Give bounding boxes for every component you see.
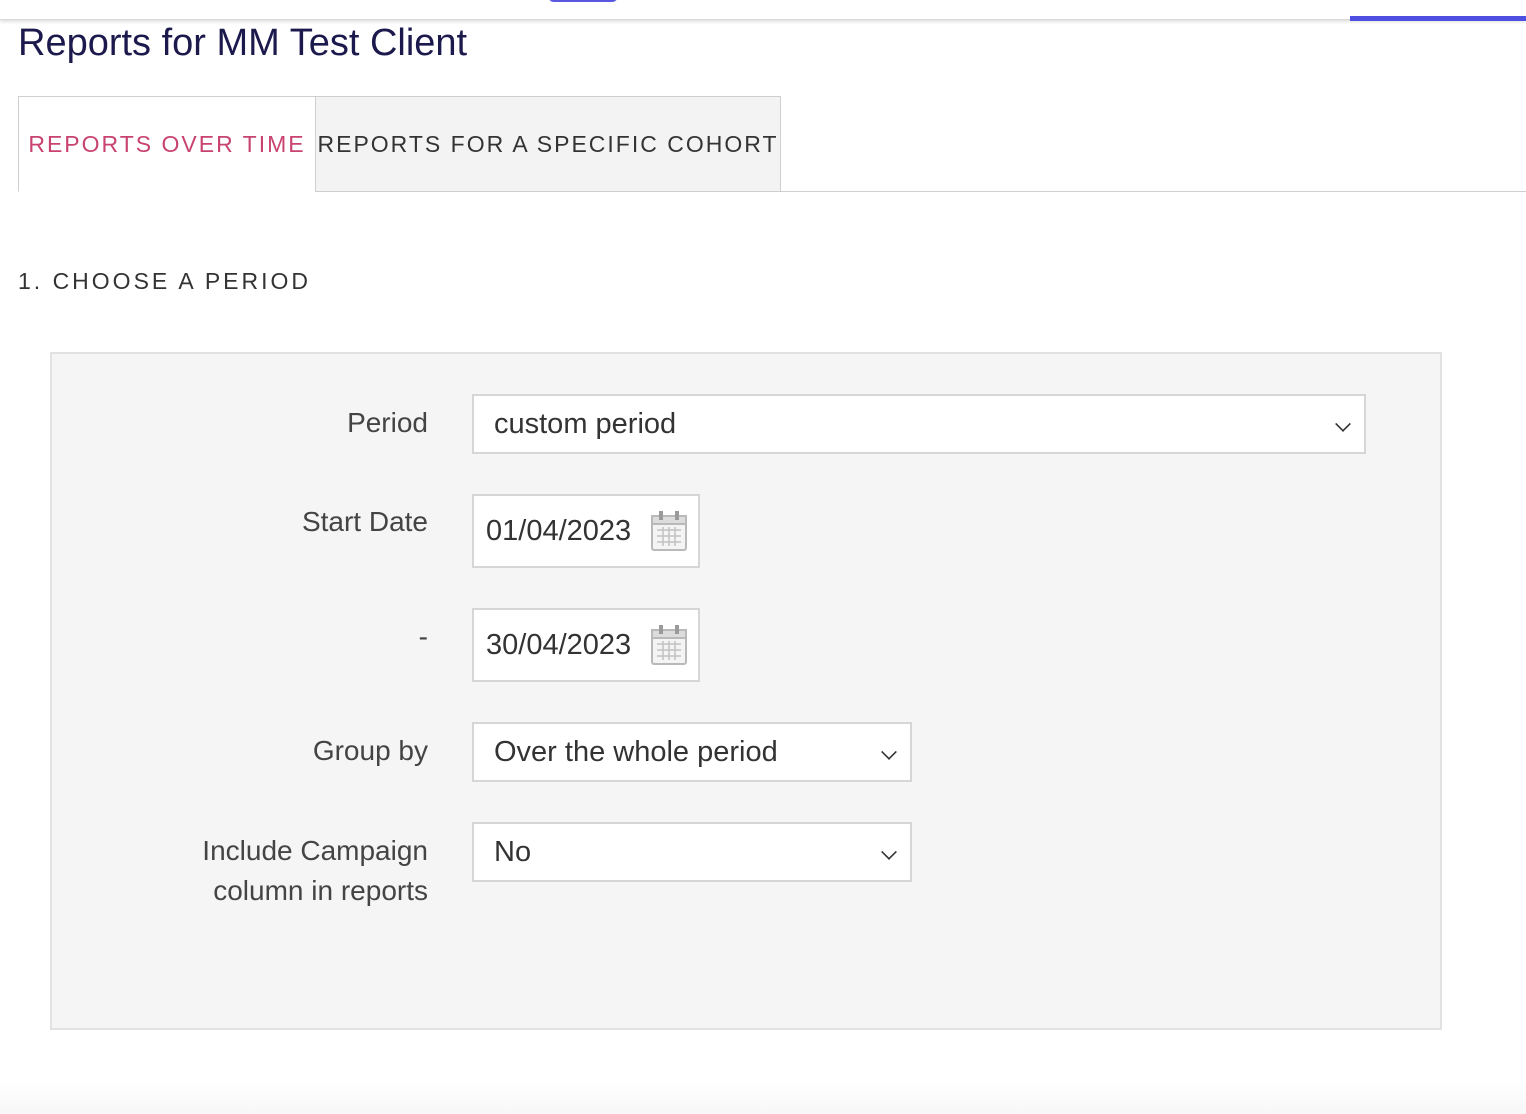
start-date-value: 01/04/2023: [486, 514, 632, 547]
include-campaign-select-value: No: [494, 835, 532, 868]
active-nav-underline: [1350, 16, 1526, 21]
include-campaign-label: Include Campaign column in reports: [202, 831, 428, 911]
start-date-label: Start Date: [301, 506, 428, 537]
calendar-icon[interactable]: [650, 510, 688, 552]
calendar-icon[interactable]: [650, 624, 688, 666]
include-campaign-label-line1: Include Campaign: [202, 835, 428, 866]
page-title: Reports for MM Test Client: [18, 22, 468, 64]
chevron-down-icon: [881, 844, 897, 860]
start-date-input[interactable]: 01/04/2023: [472, 494, 700, 568]
group-by-select-value: Over the whole period: [494, 735, 778, 768]
include-campaign-label-line2: column in reports: [213, 875, 428, 906]
period-form-panel: Period custom period Start Date 01/04/20…: [50, 352, 1442, 1030]
period-select[interactable]: custom period: [472, 394, 1366, 454]
period-select-value: custom period: [494, 407, 677, 440]
end-date-value: 30/04/2023: [486, 628, 632, 661]
page-footer-fade: [0, 1080, 1526, 1114]
nav-pill-indicator: [548, 0, 618, 2]
end-date-input[interactable]: 30/04/2023: [472, 608, 700, 682]
section-heading: 1. CHOOSE A PERIOD: [18, 268, 312, 294]
group-by-select[interactable]: Over the whole period: [472, 722, 912, 782]
report-tabs: REPORTS OVER TIME REPORTS FOR A SPECIFIC…: [18, 96, 1526, 192]
group-by-label: Group by: [312, 735, 428, 766]
end-date-label: -: [418, 621, 428, 652]
period-label: Period: [347, 407, 428, 438]
chevron-down-icon: [881, 744, 897, 760]
include-campaign-select[interactable]: No: [472, 822, 912, 882]
tab-reports-over-time[interactable]: REPORTS OVER TIME: [18, 96, 316, 192]
tab-reports-specific-cohort[interactable]: REPORTS FOR A SPECIFIC COHORT: [315, 96, 781, 192]
chevron-down-icon: [1335, 416, 1351, 432]
top-navigation-bar: [0, 0, 1526, 21]
